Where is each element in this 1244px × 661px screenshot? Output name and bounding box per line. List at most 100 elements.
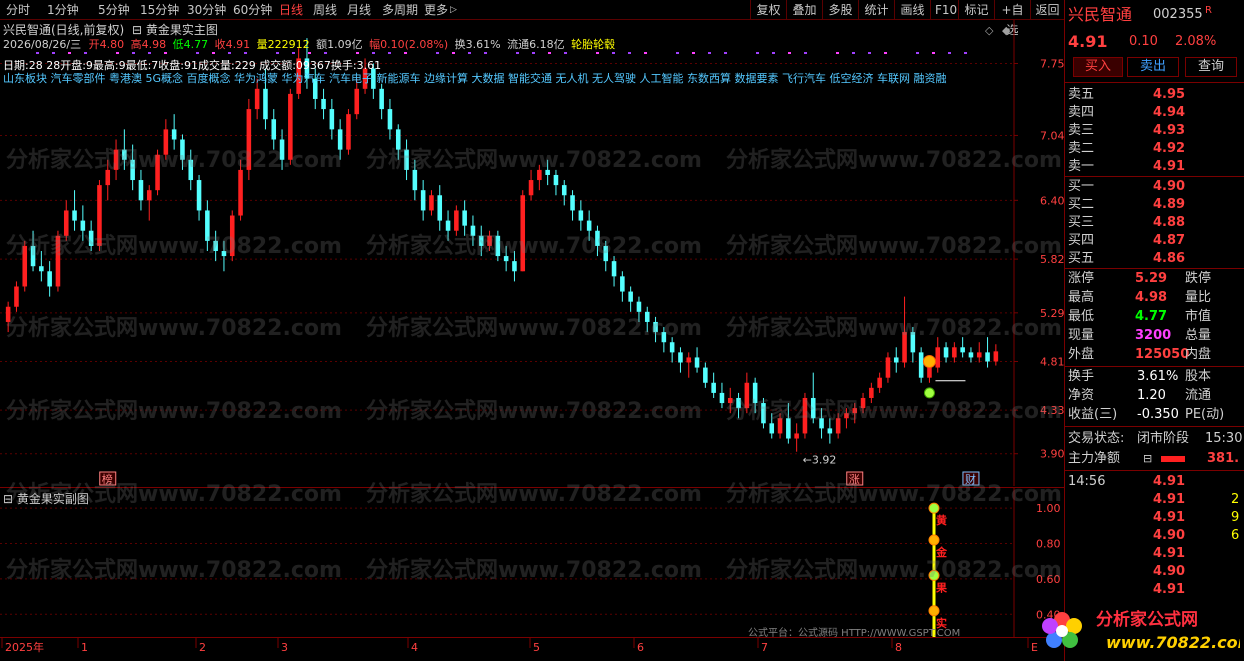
kline-svg[interactable]: 7.75 7.04 6.40 5.82 5.29 4.81 4.33 3.90 ←3.92 榜 涨 财… [0, 20, 1064, 486]
f10-button[interactable]: F10 [930, 0, 958, 20]
candle-up [860, 397, 866, 409]
signal-char: 金 [935, 545, 948, 559]
tick-price: 4.91 [1153, 582, 1186, 597]
sub-indicator-name[interactable]: 黄金果实副图 [17, 492, 89, 506]
tab-60min[interactable]: 60分钟 [233, 2, 272, 18]
bid-level-row[interactable]: 买五 4.86 [1065, 250, 1244, 268]
tab-multi-period[interactable]: 多周期 [382, 2, 418, 18]
stat2-row[interactable]: 收益(三) -0.350 PE(动) [1065, 406, 1244, 424]
ask-level-row[interactable]: 卖五 4.95 [1065, 86, 1244, 104]
main-flow-expand-icon[interactable]: ⊟ [1143, 450, 1152, 468]
golden-fruit-icon [922, 354, 936, 368]
bid-level-row[interactable]: 买一 4.90 [1065, 178, 1244, 196]
tab-15min[interactable]: 15分钟 [140, 2, 179, 18]
ask-level-row[interactable]: 卖一 4.91 [1065, 158, 1244, 176]
tick-price: 4.90 [1153, 564, 1186, 579]
stat-row[interactable]: 外盘 125050 内盘 [1065, 346, 1244, 364]
candle-down [719, 392, 725, 404]
green-fruit-icon [923, 387, 935, 399]
stat-label2: 市值 [1185, 309, 1212, 324]
tab-daily[interactable]: 日线 [279, 2, 303, 18]
candle-down [578, 210, 584, 221]
tab-more[interactable]: 更多 [424, 2, 448, 18]
candle-up [835, 418, 841, 434]
mark-button[interactable]: 标记 [958, 0, 994, 20]
stat2-row[interactable]: 换手 3.61% 股本 [1065, 368, 1244, 386]
tab-fenshi[interactable]: 分时 [6, 2, 30, 18]
candle-up [487, 235, 492, 246]
bid-level-row[interactable]: 买四 4.87 [1065, 232, 1244, 250]
stat-label2: 内盘 [1185, 347, 1212, 362]
tick-row[interactable]: 4.91 [1065, 581, 1244, 599]
sub-indicator-svg[interactable]: 1.000.800.600.40黄金果实 [0, 488, 1064, 638]
candle-up [869, 387, 874, 398]
sub-title-row: ⊟ 黄金果实副图 [3, 490, 89, 507]
tab-1min[interactable]: 1分钟 [47, 2, 79, 18]
bid-label: 买二 [1068, 197, 1095, 212]
tab-monthly[interactable]: 月线 [347, 2, 371, 18]
ask-level-row[interactable]: 卖四 4.94 [1065, 104, 1244, 122]
stat-row[interactable]: 现量 3200 总量 [1065, 327, 1244, 345]
candle-down [470, 225, 476, 236]
indicator-expand-icon[interactable]: ⊟ [132, 23, 142, 37]
concept-list-row[interactable]: 山东板块 汽车零部件 粤港澳 5G概念 百度概念 华为鸿蒙 华为汽车 汽车电子 … [3, 70, 946, 86]
candle-down [669, 342, 675, 353]
tab-5min[interactable]: 5分钟 [98, 2, 130, 18]
tick-row[interactable]: 4.91 [1065, 545, 1244, 563]
draw-line-button[interactable]: 画线 [894, 0, 930, 20]
stat2-row[interactable]: 净资 1.20 流通 [1065, 387, 1244, 405]
buy-button[interactable]: 买入 [1073, 57, 1123, 77]
candle-down [180, 139, 185, 160]
add-watchlist-button[interactable]: +自选 [994, 0, 1030, 37]
back-button[interactable]: 返回 [1030, 0, 1064, 20]
restore-rights-button[interactable]: 复权 [750, 0, 786, 20]
candle-down [404, 149, 409, 170]
candle-down [711, 382, 716, 393]
sub-indicator-expand-icon[interactable]: ⊟ [3, 492, 13, 506]
tab-weekly[interactable]: 周线 [313, 2, 337, 18]
main-indicator-name[interactable]: 黄金果实主图 [146, 23, 218, 37]
sub-indicator-chart[interactable]: 1.00 0.80 0.60 0.40 黄金果实 ⊟ 黄金果实副图 公式平台：公式源码 … [0, 487, 1064, 639]
date-label: 2025年 [5, 640, 44, 654]
candle-up [163, 129, 169, 155]
ask-price: 4.93 [1153, 123, 1186, 138]
bid-level-row[interactable]: 买二 4.89 [1065, 196, 1244, 214]
ask-label: 卖四 [1068, 105, 1095, 120]
quote-panel: 兴民智通 002355 R 4.91 0.10 2.08% 买入 卖出 查询 卖… [1064, 0, 1244, 661]
ask-level-row[interactable]: 卖二 4.92 [1065, 140, 1244, 158]
main-kline-chart[interactable]: 7.75 7.04 6.40 5.82 5.29 4.81 4.33 3.90 ←3.92 榜 涨 财… [0, 20, 1064, 486]
date-label: 7 [761, 641, 768, 654]
candle-up [844, 413, 849, 419]
ask-label: 卖二 [1068, 141, 1095, 156]
candle-up [927, 367, 932, 378]
date-label: 8 [895, 641, 902, 654]
candle-down [478, 235, 484, 246]
price-axis-label: 6.40 [1040, 194, 1064, 207]
chart-stock-title: 兴民智通(日线,前复权) [3, 23, 125, 37]
more-arrow-icon[interactable]: ▷ [450, 2, 457, 18]
signal-dot [404, 52, 407, 54]
candle-up [520, 195, 526, 272]
bid-level-row[interactable]: 买三 4.88 [1065, 214, 1244, 232]
tick-row[interactable]: 4.91 9 [1065, 509, 1244, 527]
tick-row[interactable]: 4.90 6 [1065, 527, 1244, 545]
tick-row[interactable]: 4.91 2 [1065, 491, 1244, 509]
stat-row[interactable]: 最低 4.77 市值 [1065, 308, 1244, 326]
stat-row[interactable]: 涨停 5.29 跌停 [1065, 270, 1244, 288]
query-button[interactable]: 查询 [1185, 57, 1237, 77]
multi-stock-button[interactable]: 多股 [822, 0, 858, 20]
fruit-signal-icon [928, 605, 940, 617]
signal-dot [564, 52, 567, 54]
sell-button[interactable]: 卖出 [1127, 57, 1179, 77]
statistics-button[interactable]: 统计 [858, 0, 894, 20]
tick-row[interactable]: 14:56 4.91 [1065, 473, 1244, 491]
overlay-button[interactable]: 叠加 [786, 0, 822, 20]
tick-row[interactable]: 4.90 [1065, 563, 1244, 581]
candle-down [387, 109, 393, 130]
stat-row[interactable]: 最高 4.98 量比 [1065, 289, 1244, 307]
ask-price: 4.95 [1153, 87, 1186, 102]
tab-30min[interactable]: 30分钟 [187, 2, 226, 18]
signal-dot [836, 52, 839, 54]
bid-price: 4.90 [1153, 179, 1186, 194]
ask-level-row[interactable]: 卖三 4.93 [1065, 122, 1244, 140]
